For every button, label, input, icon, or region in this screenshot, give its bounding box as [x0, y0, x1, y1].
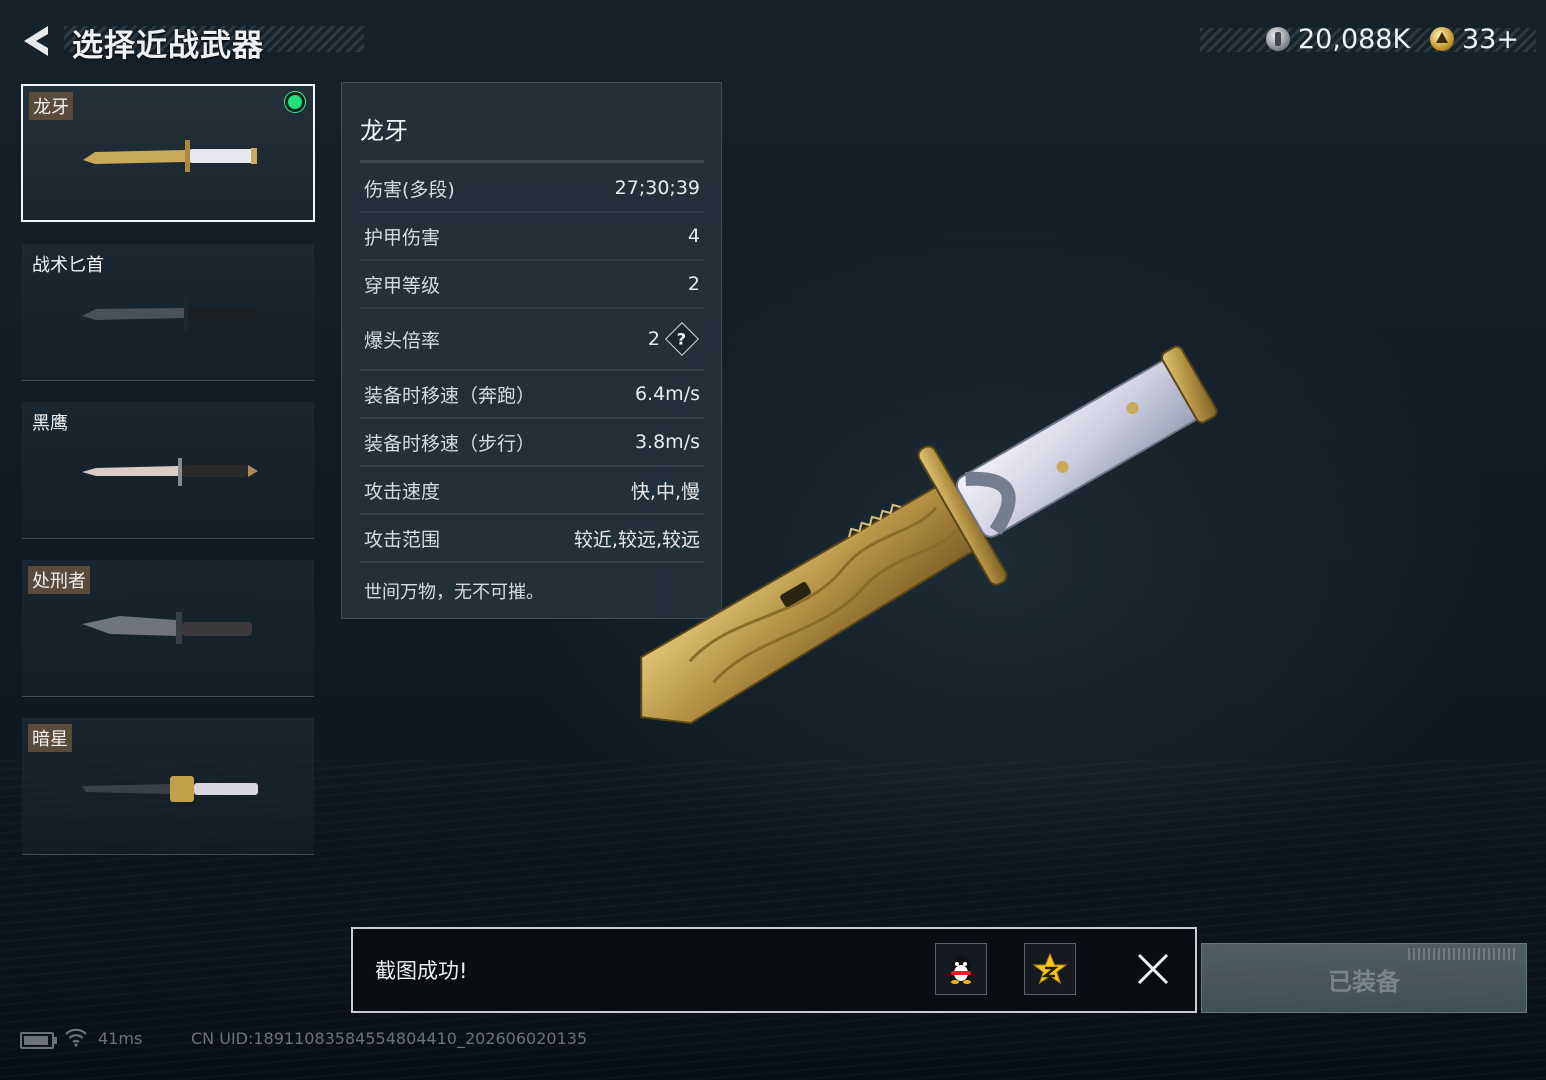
- stat-label: 装备时移速（奔跑）: [364, 384, 536, 407]
- stat-value: 27;30;39: [614, 177, 700, 199]
- stat-label: 伤害(多段): [364, 178, 455, 201]
- weapon-card-executioner[interactable]: 处刑者: [22, 560, 314, 697]
- toast-message: 截图成功!: [375, 959, 468, 983]
- equipped-button[interactable]: 已装备: [1201, 943, 1527, 1013]
- battery-icon: [20, 1032, 57, 1049]
- equipped-indicator-icon: [285, 92, 305, 112]
- qq-penguin-icon: [951, 956, 971, 984]
- knife-thumbnail-icon: [82, 776, 258, 802]
- knife-thumbnail-icon: [82, 458, 258, 486]
- weapon-card-label: 黑鹰: [32, 413, 68, 434]
- ping-text: 41ms: [98, 1029, 143, 1048]
- weapon-card-tactical-dagger[interactable]: 战术匕首: [22, 244, 314, 381]
- stat-label: 装备时移速（步行）: [364, 432, 536, 455]
- weapon-description: 世间万物，无不可摧。: [364, 582, 544, 603]
- stat-value: 4: [687, 225, 700, 247]
- weapon-card-dark-star[interactable]: 暗星: [22, 718, 314, 855]
- stat-value: 2: [687, 273, 700, 295]
- stat-label: 攻击速度: [364, 480, 441, 503]
- weapon-name: 龙牙: [360, 117, 408, 145]
- knife-thumbnail-icon: [83, 140, 257, 172]
- stat-label: 穿甲等级: [364, 274, 441, 297]
- knife-thumbnail-icon: [82, 298, 256, 330]
- silver-coin-icon: [1266, 27, 1290, 51]
- currency-silver: 20,088K: [1266, 20, 1410, 58]
- currency-silver-value: 20,088K: [1298, 23, 1411, 55]
- button-decoration: [1408, 948, 1518, 960]
- screenshot-toast: 截图成功!: [351, 927, 1197, 1013]
- page-title: 选择近战武器: [72, 28, 264, 64]
- stat-row-armor-damage: 护甲伤害 4: [360, 213, 704, 261]
- stat-label: 攻击范围: [364, 528, 441, 551]
- qzone-star-icon: [1032, 952, 1068, 985]
- weapon-card-longya[interactable]: 龙牙: [21, 84, 315, 222]
- stat-row-damage: 伤害(多段) 27;30;39: [360, 165, 704, 213]
- knife-thumbnail-icon: [82, 612, 252, 644]
- weapon-card-label: 龙牙: [29, 92, 73, 120]
- stats-divider: [360, 160, 704, 163]
- share-qq-button[interactable]: [935, 943, 987, 995]
- gold-coin-icon: [1430, 27, 1454, 51]
- equipped-button-label: 已装备: [1328, 968, 1400, 996]
- currency-gold[interactable]: 33+: [1430, 20, 1519, 58]
- weapon-card-label: 暗星: [28, 724, 72, 752]
- stat-row-penetration: 穿甲等级 2: [360, 261, 704, 309]
- currency-gold-value: 33+: [1462, 23, 1519, 55]
- back-arrow-icon[interactable]: [18, 22, 56, 60]
- stat-label: 爆头倍率: [364, 329, 441, 352]
- wifi-icon: [65, 1028, 87, 1047]
- close-icon[interactable]: [1135, 951, 1171, 987]
- weapon-card-label: 战术匕首: [32, 255, 104, 276]
- stat-label: 护甲伤害: [364, 226, 441, 249]
- weapon-card-black-hawk[interactable]: 黑鹰: [22, 402, 314, 539]
- weapon-card-label: 处刑者: [28, 566, 90, 594]
- weapon-preview-knife[interactable]: [560, 330, 1280, 750]
- share-qzone-button[interactable]: [1024, 943, 1076, 995]
- uid-text: CN UID:18911083584554804410_202606020135: [191, 1029, 588, 1048]
